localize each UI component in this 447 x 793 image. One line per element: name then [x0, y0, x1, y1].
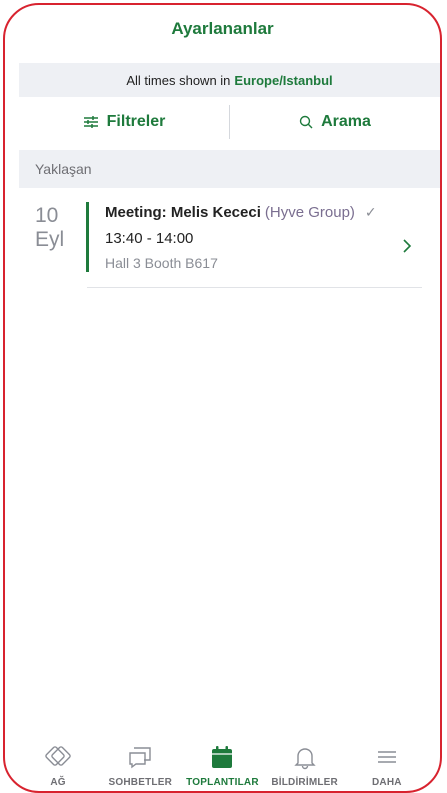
meeting-name: Meeting: Melis Kececi	[105, 204, 261, 221]
meeting-title: Meeting: Melis Kececi (Hyve Group) ✓	[105, 204, 377, 221]
filters-button[interactable]: Filtreler	[19, 97, 229, 147]
tab-label: SOHBETLER	[108, 777, 173, 788]
tab-label: BİLDİRİMLER	[271, 777, 338, 788]
device-frame: Ayarlananlar All times shown in Europe/I…	[3, 3, 442, 793]
search-icon	[299, 115, 313, 129]
tab-label: TOPLANTILAR	[186, 777, 259, 788]
meeting-list-item[interactable]: 10 Eyl Meeting: Melis Kececi (Hyve Group)…	[19, 198, 440, 288]
timezone-banner: All times shown in Europe/Istanbul	[19, 63, 440, 97]
calendar-icon	[209, 743, 235, 771]
bell-icon	[292, 743, 318, 771]
tab-more[interactable]: DAHA	[347, 743, 427, 788]
meeting-month: Eyl	[35, 228, 65, 251]
tab-chats[interactable]: SOHBETLER	[100, 743, 180, 788]
tab-label: AĞ	[50, 777, 66, 788]
tab-meetings[interactable]: TOPLANTILAR	[182, 743, 262, 788]
section-title: Yaklaşan	[35, 161, 92, 177]
meeting-day: 10	[35, 204, 59, 227]
timezone-link[interactable]: Europe/Istanbul	[234, 73, 332, 88]
meeting-organization: (Hyve Group)	[264, 204, 355, 221]
meeting-accent-bar	[86, 202, 89, 272]
tab-label: DAHA	[372, 777, 402, 788]
page-title: Ayarlananlar	[171, 19, 274, 38]
filters-label: Filtreler	[106, 113, 166, 130]
search-label: Arama	[321, 113, 371, 130]
meeting-time: 13:40 - 14:00	[105, 230, 194, 247]
meeting-divider	[87, 287, 422, 288]
filter-row: Filtreler Arama	[19, 97, 440, 147]
tab-network[interactable]: AĞ	[18, 743, 98, 788]
tab-notifications[interactable]: BİLDİRİMLER	[265, 743, 345, 788]
check-icon: ✓	[364, 204, 377, 220]
sliders-icon	[83, 116, 98, 128]
chat-icon	[127, 743, 153, 771]
section-header-upcoming: Yaklaşan	[19, 150, 440, 188]
meeting-location: Hall 3 Booth B617	[105, 255, 218, 271]
search-button[interactable]: Arama	[230, 97, 440, 147]
menu-icon	[376, 743, 398, 771]
meeting-date: 10 Eyl	[35, 204, 64, 252]
network-icon	[45, 743, 71, 771]
chevron-right-icon[interactable]	[402, 238, 412, 259]
timezone-prefix: All times shown in	[126, 72, 231, 88]
